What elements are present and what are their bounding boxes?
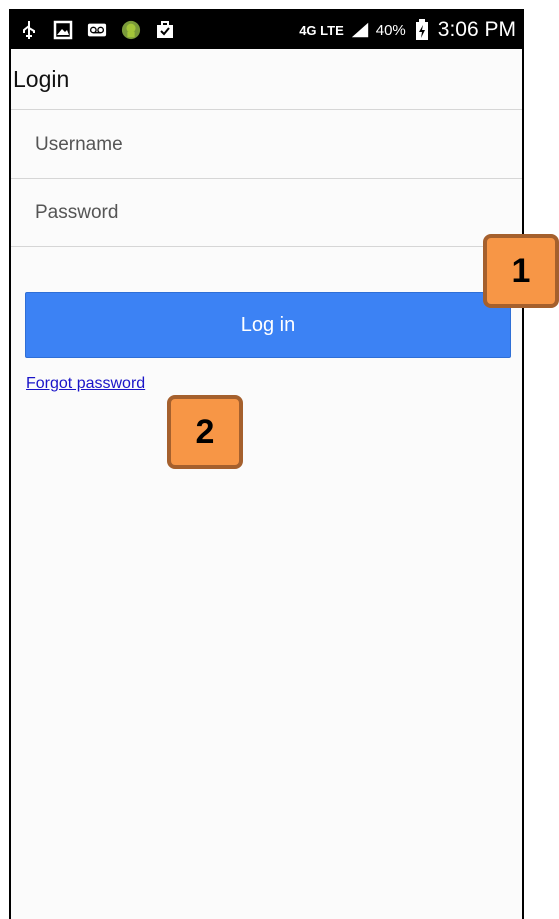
signal-icon [350,20,370,40]
password-input[interactable] [35,201,522,224]
usb-icon [19,20,39,40]
clock: 3:06 PM [437,18,516,41]
voicemail-icon [87,20,107,40]
password-field[interactable] [11,179,522,247]
android-icon [121,20,141,40]
battery-charging-icon [412,19,432,40]
status-bar: 4G LTE 40% 3:06 PM [11,11,522,49]
network-type: 4G LTE [299,22,344,38]
forgot-password-link[interactable]: Forgot password [26,375,145,393]
phone-screen: 4G LTE 40% 3:06 PM Login Log in Forgot p… [9,9,524,919]
username-field[interactable] [11,111,522,179]
app-header: Login [11,49,522,110]
status-icons-left [19,20,175,40]
username-input[interactable] [35,133,522,156]
annotation-badge-1: 1 [483,234,559,308]
annotation-badge-2: 2 [167,395,243,469]
page-title: Login [13,65,70,92]
image-icon [53,20,73,40]
battery-percent: 40% [375,21,406,39]
briefcase-icon [155,20,175,40]
login-button[interactable]: Log in [25,292,511,358]
status-icons-right: 4G LTE 40% 3:06 PM [299,18,516,42]
